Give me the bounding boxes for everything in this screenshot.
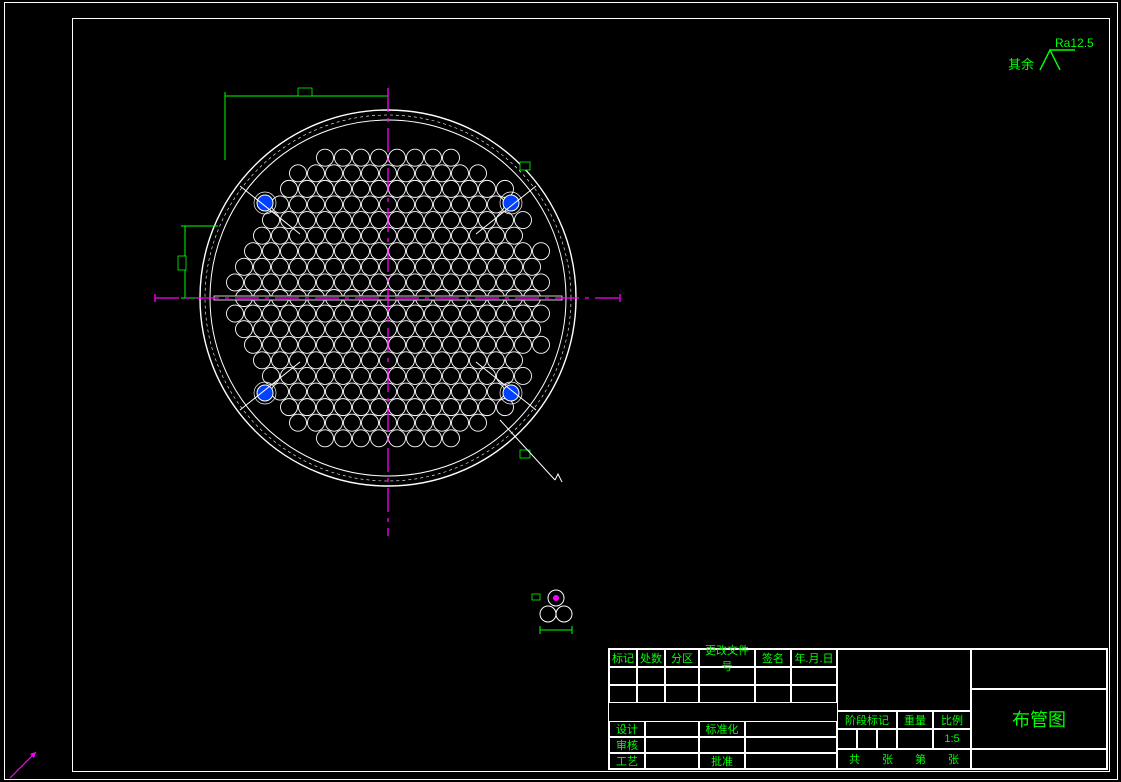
tb-design: 设计 (609, 721, 645, 737)
title-block: 标记 处数 分区 更改文件号 签名 年.月.日 设计 标准化 审核 工艺 批准 … (608, 648, 1108, 770)
tb-qty: 处数 (637, 649, 665, 667)
tb-sign: 签名 (755, 649, 791, 667)
cad-canvas: 其余 Ra12.5 (0, 0, 1121, 782)
tb-mark: 标记 (609, 649, 637, 667)
tb-process: 工艺 (609, 753, 645, 769)
tb-zone: 分区 (665, 649, 699, 667)
tb-review: 审核 (609, 737, 645, 753)
tb-scale-value: 1:5 (933, 729, 971, 749)
tb-sheets: 共 张 第 张 (837, 749, 971, 769)
tb-changedoc: 更改文件号 (699, 649, 755, 667)
tb-standard: 标准化 (699, 721, 745, 737)
tb-stagemark: 阶段标记 (837, 711, 897, 729)
tb-date: 年.月.日 (791, 649, 837, 667)
tb-weight: 重量 (897, 711, 933, 729)
tb-approve: 批准 (699, 753, 745, 769)
tb-scale-label: 比例 (933, 711, 971, 729)
drawing-title: 布管图 (971, 689, 1107, 749)
